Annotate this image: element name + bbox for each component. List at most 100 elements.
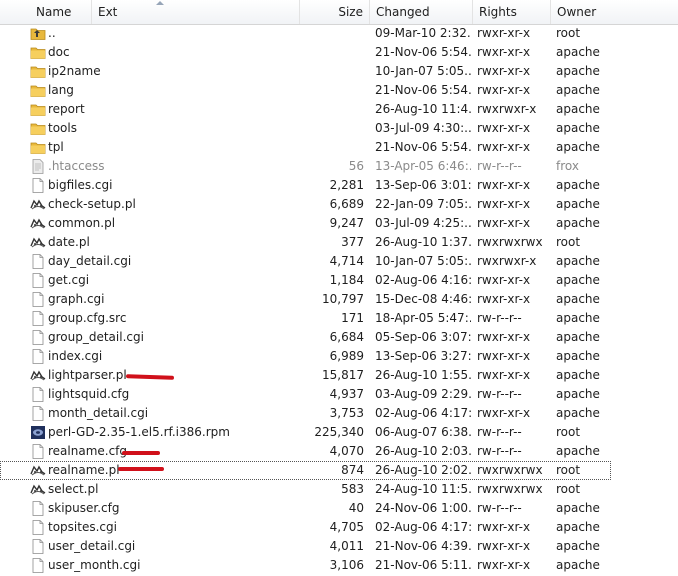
file-changed: 02-Aug-06 4:17:...	[375, 520, 471, 534]
file-rights: rwxrwxrwx	[477, 482, 543, 496]
file-name: common.pl	[48, 216, 116, 230]
file-icon	[30, 178, 46, 193]
file-name: user_detail.cgi	[48, 539, 136, 553]
file-row[interactable]: day_detail.cgi 4,714 10-Jan-07 5:05:... rwx…	[0, 252, 678, 271]
file-row[interactable]: date.pl 377 26-Aug-10 1:37... rwxrwxrwx root	[0, 233, 678, 252]
column-header-rights[interactable]: Rights	[473, 0, 551, 24]
file-changed: 15-Dec-08 4:46:...	[375, 292, 471, 306]
file-owner: apache	[556, 216, 600, 230]
file-list[interactable]: .. 09-Mar-10 2:32... rwxr-xr-x root doc 21-No…	[0, 24, 678, 575]
file-row[interactable]: perl-GD-2.35-1.el5.rf.i386.rpm 225,340 06-…	[0, 423, 678, 442]
file-row[interactable]: skipuser.cfg 40 24-Nov-06 1:00... rw-r--r--…	[0, 499, 678, 518]
file-name: report	[48, 102, 85, 116]
file-changed: 03-Jul-09 4:25:...	[375, 216, 471, 230]
file-rights: rwxrwxrwx	[477, 235, 543, 249]
column-header-name[interactable]: Name	[30, 0, 92, 24]
file-row[interactable]: lightparser.pl 15,817 26-Aug-10 1:55... rwx…	[0, 366, 678, 385]
file-row[interactable]: topsites.cgi 4,705 02-Aug-06 4:17:... rwxr-…	[0, 518, 678, 537]
file-rights: rwxr-xr-x	[477, 121, 531, 135]
file-row[interactable]: bigfiles.cgi 2,281 13-Sep-06 3:01:... rwxr-…	[0, 176, 678, 195]
column-header-size[interactable]: Size	[300, 0, 370, 24]
column-header-ext[interactable]: Ext	[92, 0, 300, 24]
perl-icon	[30, 463, 46, 478]
file-changed: 10-Jan-07 5:05...	[375, 64, 471, 78]
file-rights: rwxr-xr-x	[477, 178, 531, 192]
file-changed: 24-Aug-10 11:5...	[375, 482, 471, 496]
file-changed: 03-Aug-09 2:29...	[375, 387, 471, 401]
file-name: realname.pl	[48, 463, 120, 477]
file-changed: 02-Aug-06 4:17:...	[375, 406, 471, 420]
folder-icon	[30, 45, 46, 60]
file-name: doc	[48, 45, 70, 59]
file-row[interactable]: doc 21-Nov-06 5:54... rwxr-xr-x apache	[0, 43, 678, 62]
file-rights: rwxr-xr-x	[477, 330, 531, 344]
file-owner: root	[556, 26, 581, 40]
file-row[interactable]: .. 09-Mar-10 2:32... rwxr-xr-x root	[0, 24, 678, 43]
file-row[interactable]: select.pl 583 24-Aug-10 11:5... rwxrwxrwx ro…	[0, 480, 678, 499]
file-row[interactable]: group.cfg.src 171 18-Apr-05 5:47:... rw-r--…	[0, 309, 678, 328]
file-row[interactable]: index.cgi 6,989 13-Sep-06 3:27:... rwxr-xr-…	[0, 347, 678, 366]
file-size: 225,340	[314, 425, 364, 439]
file-row[interactable]: common.pl 9,247 03-Jul-09 4:25:... rwxr-xr-…	[0, 214, 678, 233]
file-row[interactable]: .htaccess 56 13-Apr-05 6:46:... rw-r--r-- fr…	[0, 157, 678, 176]
file-rights: rwxr-xr-x	[477, 26, 531, 40]
file-row[interactable]: check-setup.pl 6,689 22-Jan-09 7:05:... rwx…	[0, 195, 678, 214]
file-owner: apache	[556, 197, 600, 211]
file-row[interactable]: graph.cgi 10,797 15-Dec-08 4:46:... rwxr-xr…	[0, 290, 678, 309]
folder-icon	[30, 64, 46, 79]
file-row[interactable]: tpl 21-Nov-06 5:54... rwxr-xr-x apache	[0, 138, 678, 157]
file-rights: rwxr-xr-x	[477, 292, 531, 306]
file-name: perl-GD-2.35-1.el5.rf.i386.rpm	[48, 425, 230, 439]
file-rights: rw-r--r--	[477, 311, 522, 325]
perl-icon	[30, 235, 46, 250]
file-row[interactable]: realname.pl 874 26-Aug-10 2:02... rwxrwxrwx…	[0, 461, 611, 480]
file-icon	[30, 349, 46, 364]
red-annotation-mark	[118, 467, 164, 471]
file-changed: 21-Nov-06 5:54...	[375, 45, 471, 59]
file-row[interactable]: lang 21-Nov-06 5:54... rwxr-xr-x apache	[0, 81, 678, 100]
file-size: 377	[341, 235, 364, 249]
file-icon	[30, 558, 46, 573]
file-changed: 13-Sep-06 3:01:...	[375, 178, 471, 192]
file-size: 2,281	[329, 178, 364, 192]
file-row[interactable]: ip2name 10-Jan-07 5:05... rwxr-xr-x apache	[0, 62, 678, 81]
file-row[interactable]: group_detail.cgi 6,684 05-Sep-06 3:07:... r…	[0, 328, 678, 347]
file-size: 4,011	[329, 539, 364, 553]
file-size: 4,070	[329, 444, 364, 458]
file-row[interactable]: realname.cfg 4,070 26-Aug-10 2:03... rw-r--…	[0, 442, 678, 461]
file-size: 4,705	[329, 520, 364, 534]
file-row[interactable]: tools 03-Jul-09 4:30:... rwxr-xr-x apache	[0, 119, 678, 138]
file-name: date.pl	[48, 235, 90, 249]
file-changed: 21-Nov-06 4:39...	[375, 539, 471, 553]
file-size: 171	[341, 311, 364, 325]
file-owner: apache	[556, 311, 600, 325]
file-row[interactable]: lightsquid.cfg 4,937 03-Aug-09 2:29... rw-r…	[0, 385, 678, 404]
file-row[interactable]: month_detail.cgi 3,753 02-Aug-06 4:17:... r…	[0, 404, 678, 423]
file-row[interactable]: report 26-Aug-10 11:4... rwxrwxr-x apache	[0, 100, 678, 119]
file-changed: 13-Apr-05 6:46:...	[375, 159, 471, 173]
file-owner: apache	[556, 83, 600, 97]
file-owner: apache	[556, 273, 600, 287]
file-name: topsites.cgi	[48, 520, 117, 534]
column-header-owner[interactable]: Owner	[551, 0, 678, 24]
file-size: 40	[348, 501, 364, 515]
file-row[interactable]: get.cgi 1,184 02-Aug-06 4:16:... rwxr-xr-x a…	[0, 271, 678, 290]
file-size: 15,817	[322, 368, 364, 382]
column-header-changed[interactable]: Changed	[370, 0, 473, 24]
file-rights: rwxrwxrwx	[477, 463, 543, 477]
file-rights: rw-r--r--	[477, 444, 522, 458]
file-changed: 18-Apr-05 5:47:...	[375, 311, 471, 325]
file-name: ..	[48, 26, 56, 40]
file-rights: rwxr-xr-x	[477, 558, 531, 572]
file-row[interactable]: user_detail.cgi 4,011 21-Nov-06 4:39... rwx…	[0, 537, 678, 556]
file-rights: rw-r--r--	[477, 387, 522, 401]
file-size: 6,689	[329, 197, 364, 211]
file-changed: 05-Sep-06 3:07:...	[375, 330, 471, 344]
file-name: realname.cfg	[48, 444, 128, 458]
file-name: skipuser.cfg	[48, 501, 120, 515]
file-icon	[30, 254, 46, 269]
file-owner: root	[556, 235, 581, 249]
file-name: ip2name	[48, 64, 101, 78]
file-row[interactable]: user_month.cgi 3,106 21-Nov-06 5:11... rwxr…	[0, 556, 678, 575]
file-size: 9,247	[329, 216, 364, 230]
